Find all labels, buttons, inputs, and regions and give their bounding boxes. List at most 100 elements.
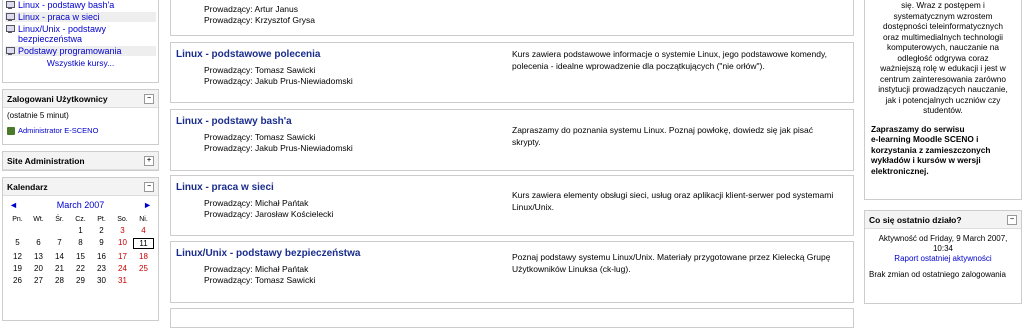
calendar-day: 3 xyxy=(120,226,125,235)
intro-line: centrum zainteresowania zarówno xyxy=(880,73,1006,84)
course-title-link[interactable]: Linux - praca w sieci xyxy=(176,182,274,193)
online-user-link[interactable]: Administrator E-SCENO xyxy=(18,126,98,135)
calendar-day: 15 xyxy=(76,252,85,261)
course-icon xyxy=(5,25,15,34)
course-link-label[interactable]: Linux - praca w sieci xyxy=(18,12,100,22)
course-summary: Kurs zawiera podstawowe informacje o sys… xyxy=(512,49,827,71)
online-period: (ostatnie 5 minut) xyxy=(7,111,69,120)
course-link[interactable]: Linux/Unix - podstawy bezpieczeństwa xyxy=(5,24,156,44)
online-users-block: Zalogowani Użytkownicy − (ostatnie 5 minu… xyxy=(2,89,159,145)
calendar-title: Kalendarz xyxy=(7,181,48,192)
weekday-header: Pt. xyxy=(97,216,106,223)
calendar-day: 12 xyxy=(13,252,22,261)
calendar-grid: Pn. Wt. Śr. Cz. Pt. So. Ni. 1 2 3 4 5 6 … xyxy=(7,216,154,285)
calendar-day xyxy=(133,276,154,285)
calendar-day: 9 xyxy=(99,238,104,247)
intro-line: systematycznym wzrostem xyxy=(893,10,993,21)
calendar-day: 4 xyxy=(141,226,146,235)
calendar-day: 13 xyxy=(34,252,43,261)
collapse-icon[interactable]: − xyxy=(144,181,154,192)
weekday-header: Pn. xyxy=(12,216,23,223)
calendar-day: 17 xyxy=(118,252,127,261)
teacher-line: Prowadzący: Michał Pańtak xyxy=(204,198,309,208)
calendar-day: 25 xyxy=(139,264,148,273)
calendar-day: 21 xyxy=(55,264,64,273)
expand-icon[interactable]: + xyxy=(144,155,154,166)
teacher-line: Prowadzący: Artur Janus xyxy=(204,4,299,14)
calendar-day: 28 xyxy=(55,276,64,285)
course-list: Prowadzący: Artur Janus Prowadzący: Krzy… xyxy=(170,0,854,328)
activity-since: Aktywność od Friday, 9 March 2007, 10:34 xyxy=(878,234,1008,253)
course-link[interactable]: Linux - praca w sieci xyxy=(5,12,156,22)
collapse-icon[interactable]: − xyxy=(1007,214,1017,225)
course-title-link[interactable]: Linux - podstawowe polecenia xyxy=(176,49,320,60)
invite-line: wykładów i kursów w wersji xyxy=(871,155,981,165)
prev-month-icon[interactable]: ◄ xyxy=(9,200,18,210)
calendar-day: 24 xyxy=(118,264,127,273)
calendar-day: 31 xyxy=(118,276,127,285)
weekday-header: Ni. xyxy=(139,216,148,223)
online-users-title: Zalogowani Użytkownicy xyxy=(7,93,108,104)
calendar-day xyxy=(49,226,70,235)
course-entry: Linux/Unix - podstawy bezpieczeństwa Pro… xyxy=(170,241,854,303)
invite-line: e-learning Moodle SCENO i xyxy=(871,134,979,144)
site-description-block: się. Wraz z postępem i systematycznym wz… xyxy=(864,0,1022,200)
intro-line: dostępności teleinformatycznych xyxy=(883,21,1003,31)
course-link-label[interactable]: Linux/Unix - podstawy bezpieczeństwa xyxy=(18,24,156,44)
course-title-link[interactable]: Linux - podstawy bash'a xyxy=(176,116,292,127)
weekday-header: So. xyxy=(117,216,128,223)
course-summary: Poznaj podstawy systemu Linux/Unix. Mate… xyxy=(512,252,831,274)
teacher-line: Prowadzący: Jakub Prus-Niewiadomski xyxy=(204,75,353,86)
calendar-day: 20 xyxy=(34,264,43,273)
invite-line: elektronicznej. xyxy=(871,165,929,176)
weekday-header: Śr. xyxy=(55,216,64,223)
collapse-icon[interactable]: − xyxy=(144,93,154,104)
intro-line: ważniejszą rolę w edukacji i jest w xyxy=(880,63,1006,73)
calendar-day-today: 11 xyxy=(133,238,154,249)
intro-line: oraz multimedialnych technologii xyxy=(883,31,1003,42)
calendar-day: 14 xyxy=(55,252,64,261)
invite-text: Zapraszamy do serwisu e-learning Moodle … xyxy=(871,124,1015,177)
course-title-link[interactable]: Linux/Unix - podstawy bezpieczeństwa xyxy=(176,248,360,259)
calendar-day: 10 xyxy=(118,238,127,247)
teacher-line: Prowadzący: Michał Pańtak xyxy=(204,264,309,274)
weekday-header: Cz. xyxy=(75,216,86,223)
calendar-day: 26 xyxy=(13,276,22,285)
user-icon xyxy=(7,126,15,135)
intro-line: się. Wraz z postępem i xyxy=(901,0,985,10)
intro-line: odległość odgrywa coraz xyxy=(897,52,989,63)
next-month-icon[interactable]: ► xyxy=(143,200,152,210)
course-link[interactable]: Linux - podstawy bash'a xyxy=(5,0,156,10)
intro-line: komputerowych, nauczanie na xyxy=(886,42,1000,52)
teacher-line: Prowadzący: Tomasz Sawicki xyxy=(204,132,316,142)
calendar-day: 30 xyxy=(97,276,106,285)
intro-line: instytucji prowadzących nauczanie, xyxy=(878,84,1008,94)
left-column: Linux - podstawy bash'a Linux - praca w … xyxy=(0,0,161,321)
invite-line: Zapraszamy do serwisu xyxy=(871,123,965,134)
calendar-day: 8 xyxy=(78,238,83,247)
weekday-header: Wt. xyxy=(33,216,44,223)
course-link-label[interactable]: Podstawy programowania xyxy=(18,46,122,56)
calendar-day: 2 xyxy=(99,226,104,235)
calendar-day: 27 xyxy=(34,276,43,285)
course-summary: Kurs zawiera elementy obsługi sieci, usł… xyxy=(512,190,834,212)
course-link[interactable]: Podstawy programowania xyxy=(5,46,156,56)
calendar-day: 6 xyxy=(36,238,41,247)
calendar-month[interactable]: March 2007 xyxy=(57,200,105,210)
calendar-day: 16 xyxy=(97,252,106,261)
calendar-day: 19 xyxy=(13,264,22,273)
recent-activity-title: Co się ostatnio działo? xyxy=(869,214,962,225)
teacher-line: Prowadzący: Tomasz Sawicki xyxy=(204,65,316,75)
course-entry: Linux - praca w sieci Prowadzący: Michał… xyxy=(170,175,854,236)
calendar-block: Kalendarz − ◄ March 2007 ► Pn. Wt. Śr. Cz… xyxy=(2,177,159,321)
course-summary: Zapraszamy do poznania systemu Linux. Po… xyxy=(512,125,813,147)
calendar-day: 23 xyxy=(97,264,106,273)
invite-line: korzystania z zamieszczonych xyxy=(871,144,991,155)
site-admin-title: Site Administration xyxy=(7,155,85,166)
all-courses-link[interactable]: Wszystkie kursy... xyxy=(47,58,114,68)
calendar-day: 22 xyxy=(76,264,85,273)
course-link-label[interactable]: Linux - podstawy bash'a xyxy=(18,0,114,10)
course-entry: Linux - podstawy bash'a Prowadzący: Toma… xyxy=(170,109,854,171)
activity-report-link[interactable]: Raport ostatniej aktywności xyxy=(894,254,991,263)
no-changes-text: Brak zmian od ostatniego zalogowania xyxy=(869,270,1006,279)
